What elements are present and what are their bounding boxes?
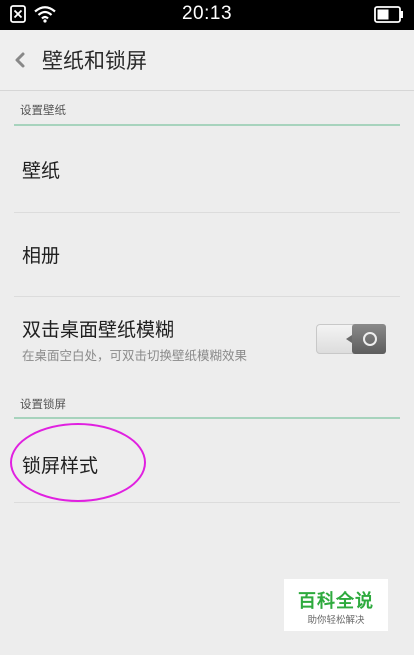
row-label: 锁屏样式 [22, 455, 99, 477]
toggle-ring-icon [363, 332, 377, 346]
watermark-subtitle: 助你轻松解决 [307, 615, 365, 626]
chevron-left-icon[interactable] [12, 50, 28, 70]
watermark-title: 百科全说 [298, 591, 374, 612]
section-header-wallpaper: 设置壁纸 [14, 90, 400, 126]
row-album[interactable]: 相册 [0, 213, 414, 297]
row-wallpaper[interactable]: 壁纸 [0, 126, 414, 213]
status-time: 20:13 [181, 3, 233, 24]
row-label: 相册 [22, 245, 61, 267]
app-header: 壁纸和锁屏 [0, 30, 414, 91]
status-bar: 20:13 [0, 0, 414, 30]
row-sublabel: 在桌面空白处，可双击切换壁纸模糊效果 [22, 348, 248, 363]
row-lockscreen-style[interactable]: 锁屏样式 [0, 419, 414, 503]
status-bar-right [374, 6, 404, 27]
blur-toggle-switch[interactable] [316, 322, 386, 356]
page-title: 壁纸和锁屏 [42, 49, 147, 73]
section-header-label: 设置壁纸 [20, 103, 66, 117]
row-label: 双击桌面壁纸模糊 [22, 319, 175, 341]
watermark-logo: 百科全说 助你轻松解决 [284, 579, 388, 631]
section-header-lockscreen: 设置锁屏 [14, 385, 400, 419]
row-divider [14, 502, 400, 503]
battery-icon [374, 6, 403, 23]
section-header-label: 设置锁屏 [20, 397, 66, 411]
row-label: 壁纸 [22, 160, 61, 182]
